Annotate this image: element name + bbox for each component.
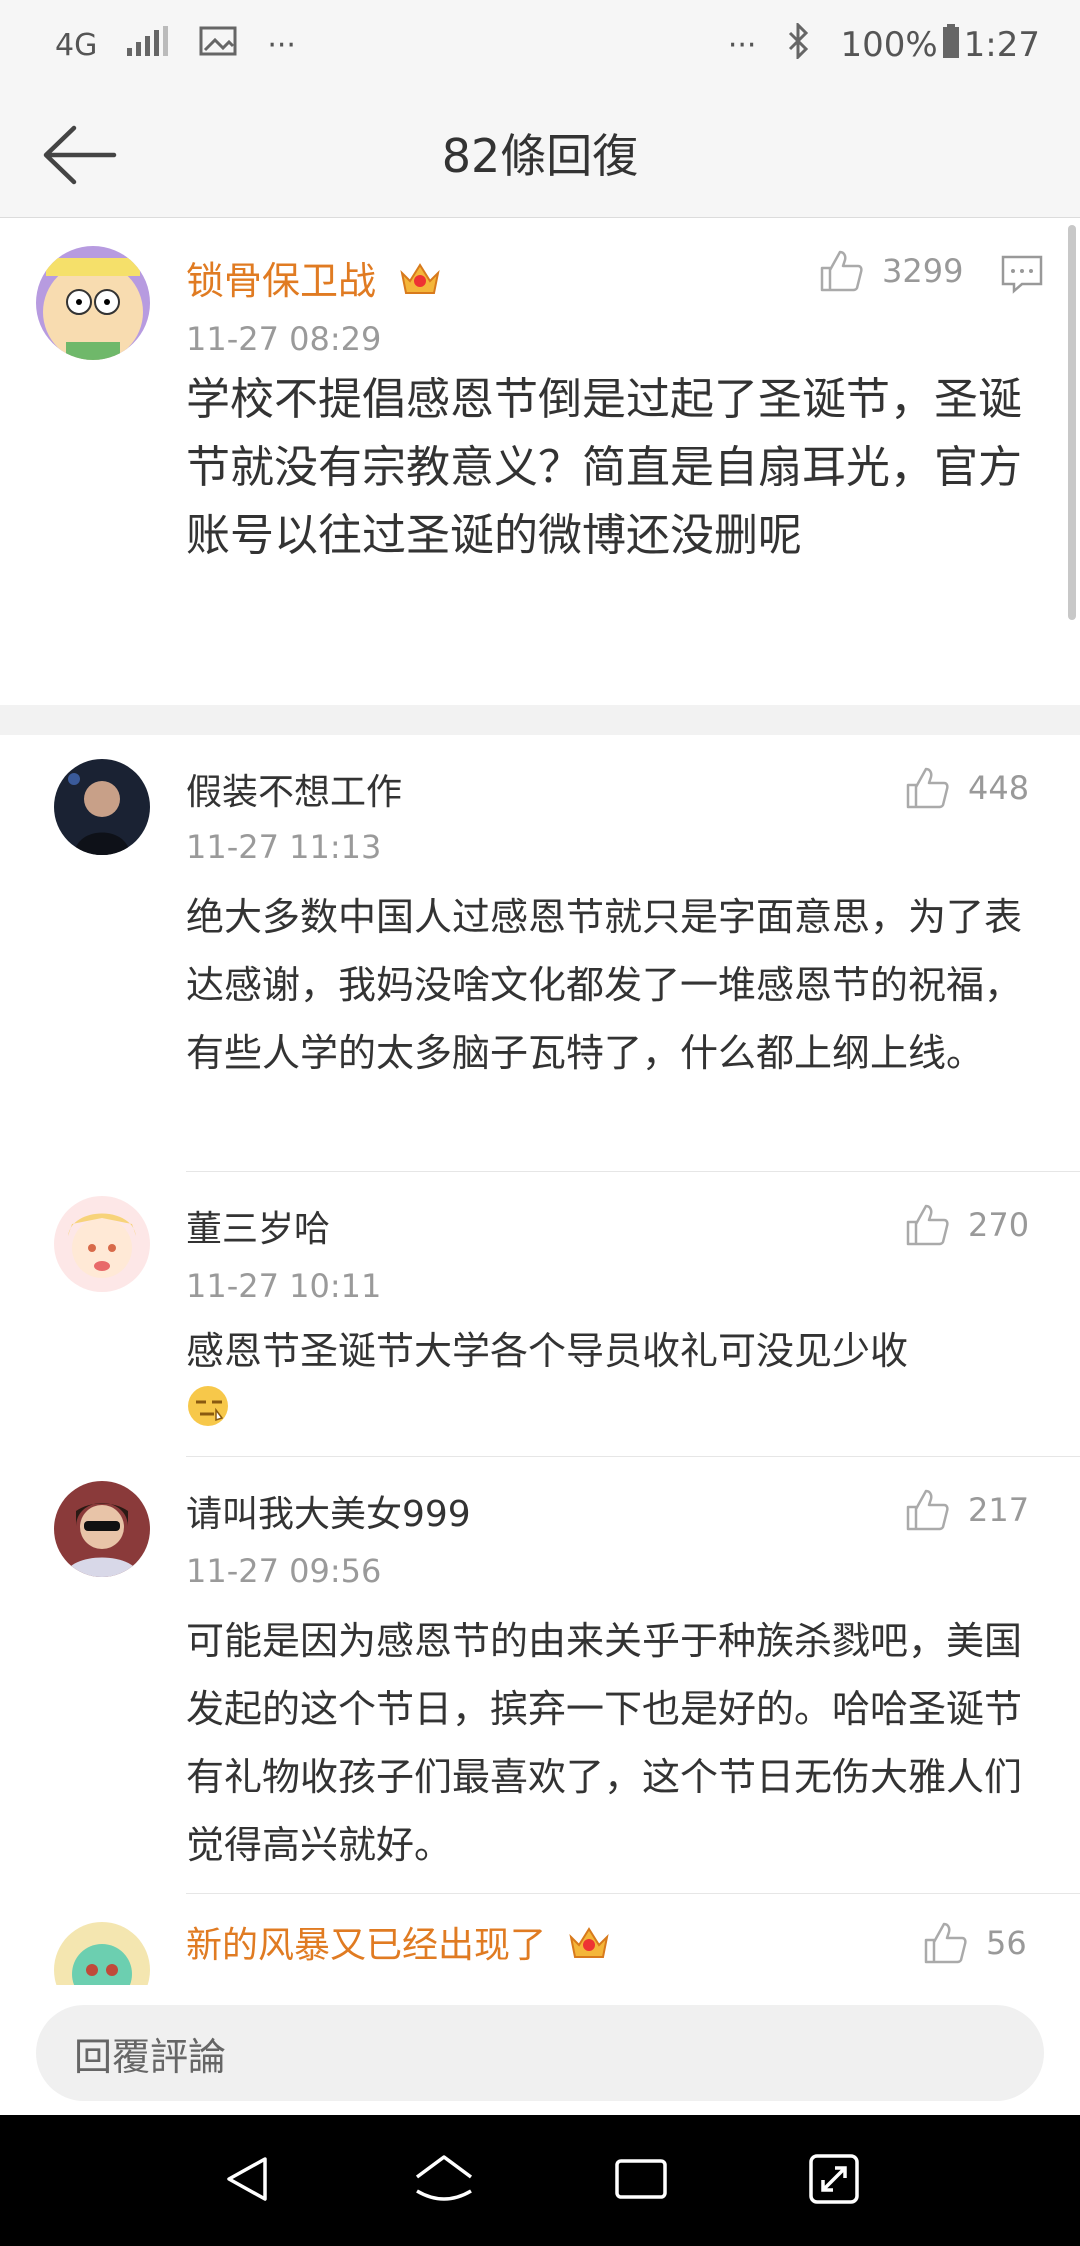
like-count: 3299	[882, 252, 964, 290]
comment-author-name: 新的风暴又已经出现了	[186, 1925, 547, 1966]
comment-text: 学校不提倡感恩节倒是过起了圣诞节，圣诞节就没有宗教意义？简直是自扇耳光，官方账号…	[186, 374, 1022, 561]
signal-icon	[127, 25, 169, 65]
comment-author-name[interactable]: 假装不想工作	[186, 763, 402, 815]
like-count: 217	[968, 1491, 1030, 1529]
network-type: 4G	[55, 27, 98, 63]
gallery-icon	[199, 25, 237, 65]
comment-icon	[1001, 255, 1043, 294]
more-notifications-icon: ···	[267, 27, 296, 63]
comment-time: 11-27 10:11	[186, 1267, 382, 1305]
battery-level: 100%	[840, 25, 938, 65]
nav-expand-icon[interactable]	[807, 2152, 861, 2210]
reply-item: 请叫我大美女999 11-27 09:56 217 可能是因为感恩节的由来关乎于…	[0, 1457, 1080, 1894]
page-header: 82條回復	[0, 90, 1080, 218]
comment-author[interactable]: 锁骨保卫战	[186, 250, 442, 308]
reply-item: 董三岁哈 11-27 10:11 270 感恩节圣诞节大学各个导员收礼可没见少收	[0, 1172, 1080, 1457]
comment-time: 11-27 09:56	[186, 1552, 382, 1590]
comment-author-name: 锁骨保卫战	[186, 259, 377, 303]
comment-text: 绝大多数中国人过感恩节就只是字面意思，为了表达感谢，我妈没啥文化都发了一堆感恩节…	[186, 895, 1023, 1075]
battery-icon	[942, 23, 960, 67]
like-button[interactable]: 217	[904, 1487, 1029, 1533]
comment-author-name[interactable]: 董三岁哈	[186, 1200, 330, 1252]
comment-text: 可能是因为感恩节的由来关乎于种族杀戮吧，美国发起的这个节日，摈弃一下也是好的。哈…	[186, 1619, 1023, 1867]
reply-item: 新的风暴又已经出现了 56	[0, 1894, 1080, 1985]
comment-author[interactable]: 新的风暴又已经出现了	[186, 1916, 611, 1972]
thumbs-up-icon	[906, 1489, 949, 1531]
comment-author-name[interactable]: 请叫我大美女999	[186, 1485, 471, 1537]
avatar[interactable]	[36, 246, 150, 360]
avatar[interactable]	[54, 1196, 150, 1292]
nav-recents-icon[interactable]	[613, 2155, 669, 2207]
system-nav-bar	[0, 2115, 1080, 2246]
thumbs-up-icon	[906, 1204, 949, 1246]
reply-comment-button[interactable]	[1000, 254, 1044, 298]
reply-bar: 回覆評論	[0, 1985, 1080, 2115]
comment-text: 感恩节圣诞节大学各个导员收礼可没见少收	[186, 1329, 909, 1373]
bluetooth-icon	[786, 20, 810, 68]
scrollbar[interactable]	[1068, 225, 1076, 620]
avatar[interactable]	[54, 759, 150, 855]
vip-crown-icon	[398, 259, 442, 308]
like-button[interactable]: 448	[904, 765, 1029, 811]
like-button[interactable]: 56	[922, 1920, 1027, 1966]
comment-time: 11-27 11:13	[186, 828, 382, 866]
thumbs-up-icon	[924, 1922, 967, 1964]
nav-back-icon[interactable]	[219, 2151, 275, 2211]
more-status-icon: ···	[727, 27, 757, 63]
page-title: 82條回復	[441, 129, 639, 183]
clock: 1:27	[963, 25, 1040, 65]
comment-time: 11-27 08:29	[186, 320, 382, 358]
like-count: 270	[968, 1206, 1030, 1244]
like-count: 56	[986, 1924, 1027, 1962]
thumbs-up-icon	[820, 250, 863, 292]
main-comment: 锁骨保卫战 11-27 08:29 3299 学校不提倡感恩节倒是过起了圣诞节，…	[0, 218, 1080, 705]
like-button[interactable]: 270	[904, 1202, 1029, 1248]
reply-input[interactable]: 回覆評論	[36, 2005, 1044, 2101]
nav-home-icon[interactable]	[413, 2153, 475, 2209]
status-bar: 4G ··· ··· 100% 1:27	[0, 0, 1080, 90]
reply-item: 假装不想工作 11-27 11:13 448 绝大多数中国人过感恩节就只是字面意…	[0, 735, 1080, 1172]
avatar[interactable]	[54, 1481, 150, 1577]
thumbs-up-icon	[906, 767, 949, 809]
emoji-icon	[186, 1384, 230, 1432]
like-count: 448	[968, 769, 1030, 807]
vip-crown-icon	[567, 1923, 611, 1972]
like-button[interactable]: 3299	[818, 248, 963, 294]
avatar[interactable]	[54, 1922, 150, 1985]
